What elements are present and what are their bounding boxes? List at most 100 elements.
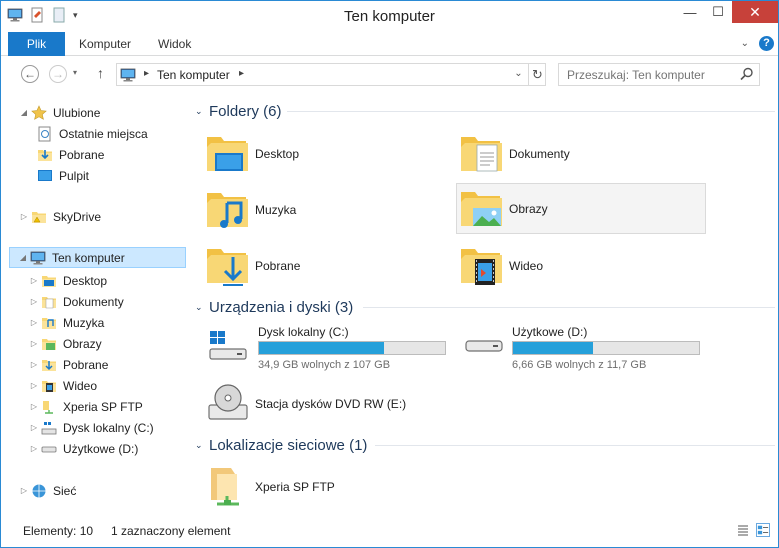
folder-documents[interactable]: Dokumenty bbox=[459, 128, 709, 179]
expand-icon[interactable]: ▷ bbox=[29, 381, 39, 390]
nav-label: Muzyka bbox=[63, 315, 105, 330]
expand-icon[interactable]: ▷ bbox=[19, 486, 29, 495]
nav-videos[interactable]: ▷ Wideo bbox=[29, 375, 97, 396]
collapse-group-icon[interactable]: ⌄ bbox=[195, 302, 205, 313]
minimize-button[interactable]: — bbox=[676, 1, 704, 23]
folder-label: Obrazy bbox=[509, 201, 548, 216]
address-toolbar: ← → ▾ ↑ ▸ Ten komputer ▸ ⌄ ↻ bbox=[1, 57, 778, 93]
nav-recent-places[interactable]: Ostatnie miejsca bbox=[37, 123, 148, 144]
nav-drive-c[interactable]: ▷ Dysk lokalny (C:) bbox=[29, 417, 154, 438]
search-box bbox=[558, 63, 760, 86]
dvd-drive[interactable]: Stacja dysków DVD RW (E:) bbox=[205, 378, 455, 429]
folder-desktop[interactable]: Desktop bbox=[205, 128, 455, 179]
tab-view[interactable]: Widok bbox=[158, 32, 191, 56]
nav-label: SkyDrive bbox=[53, 209, 102, 224]
breadcrumb[interactable]: Ten komputer bbox=[157, 68, 230, 82]
network-xperia-ftp[interactable]: Xperia SP FTP bbox=[205, 461, 455, 512]
group-header-devices[interactable]: ⌄ Urządzenia i dyski (3) bbox=[195, 297, 353, 317]
drive-icon bbox=[41, 446, 57, 452]
videos-folder-icon bbox=[41, 378, 57, 392]
expand-icon[interactable]: ▷ bbox=[29, 339, 39, 348]
nav-documents[interactable]: ▷ Dokumenty bbox=[29, 291, 124, 312]
nav-skydrive[interactable]: ▷ SkyDrive bbox=[19, 206, 101, 227]
folder-label: Dokumenty bbox=[509, 146, 570, 161]
nav-label: Xperia SP FTP bbox=[63, 399, 143, 414]
pictures-folder-icon bbox=[41, 336, 57, 350]
folder-label: Muzyka bbox=[255, 202, 297, 217]
nav-music[interactable]: ▷ Muzyka bbox=[29, 312, 104, 333]
nav-label: Użytkowe (D:) bbox=[63, 441, 139, 456]
close-button[interactable]: ✕ bbox=[732, 1, 778, 23]
group-header-folders[interactable]: ⌄ Foldery (6) bbox=[195, 101, 282, 121]
address-dropdown-icon[interactable]: ⌄ bbox=[508, 64, 528, 85]
address-bar[interactable]: ▸ Ten komputer ▸ ⌄ ↻ bbox=[116, 63, 546, 86]
tab-computer[interactable]: Komputer bbox=[79, 32, 131, 56]
collapse-group-icon[interactable]: ⌄ bbox=[195, 440, 205, 451]
folder-videos[interactable]: Wideo bbox=[459, 240, 709, 291]
nav-this-pc[interactable]: ◢ Ten komputer bbox=[9, 247, 186, 268]
drive-c[interactable]: Dysk lokalny (C:) 34,9 GB wolnych z 107 … bbox=[195, 321, 446, 372]
help-icon[interactable]: ? bbox=[759, 36, 774, 51]
expand-icon[interactable]: ▷ bbox=[29, 360, 39, 369]
collapse-icon[interactable]: ◢ bbox=[18, 253, 28, 262]
nav-pictures[interactable]: ▷ Obrazy bbox=[29, 333, 102, 354]
explorer-window: ▾ Ten komputer — ☐ ✕ Plik Komputer Widok… bbox=[0, 0, 779, 548]
search-input[interactable] bbox=[559, 64, 737, 85]
refresh-button[interactable]: ↻ bbox=[528, 64, 546, 85]
nav-label: Desktop bbox=[63, 273, 108, 288]
breadcrumb-separator-icon[interactable]: ▸ bbox=[239, 68, 244, 79]
folder-pictures[interactable]: Obrazy bbox=[456, 183, 706, 234]
expand-icon[interactable]: ▷ bbox=[29, 318, 39, 327]
tiles-view-icon[interactable] bbox=[756, 523, 770, 537]
window-controls: — ☐ ✕ bbox=[676, 1, 778, 23]
desktop-folder-icon bbox=[41, 273, 57, 289]
nav-desktop-favorite[interactable]: Pulpit bbox=[37, 165, 89, 186]
expand-ribbon-icon[interactable]: ⌄ bbox=[741, 38, 749, 49]
group-title: Foldery (6) bbox=[209, 102, 282, 120]
expand-icon[interactable]: ▷ bbox=[29, 276, 39, 285]
forward-button[interactable]: → bbox=[49, 65, 67, 83]
group-header-network[interactable]: ⌄ Lokalizacje sieciowe (1) bbox=[195, 435, 367, 455]
nav-network[interactable]: ▷ Sieć bbox=[19, 480, 76, 501]
expand-icon[interactable]: ▷ bbox=[29, 402, 39, 411]
download-folder-icon bbox=[41, 357, 57, 373]
nav-label: Sieć bbox=[53, 483, 77, 498]
ribbon-tabs: Plik Komputer Widok ⌄ ? bbox=[1, 32, 778, 56]
drive-label: Dysk lokalny (C:) bbox=[258, 325, 349, 339]
nav-label: Ten komputer bbox=[52, 250, 125, 265]
tab-file[interactable]: Plik bbox=[8, 32, 65, 56]
expand-icon[interactable]: ▷ bbox=[19, 212, 29, 221]
up-button[interactable]: ↑ bbox=[97, 65, 104, 81]
folder-label: Xperia SP FTP bbox=[255, 479, 335, 494]
status-bar: Elementy: 10 1 zaznaczony element bbox=[1, 515, 778, 547]
documents-folder-icon bbox=[41, 294, 57, 308]
nav-xperia-ftp[interactable]: ▷ Xperia SP FTP bbox=[29, 396, 143, 417]
expand-icon[interactable]: ▷ bbox=[29, 423, 39, 432]
folder-downloads[interactable]: Pobrane bbox=[205, 240, 455, 291]
nav-label: Pulpit bbox=[59, 168, 90, 183]
back-button[interactable]: ← bbox=[21, 65, 39, 83]
collapse-icon[interactable]: ◢ bbox=[19, 108, 29, 117]
details-view-icon[interactable] bbox=[736, 523, 750, 537]
videos-folder-icon bbox=[459, 243, 505, 285]
maximize-button[interactable]: ☐ bbox=[704, 1, 732, 23]
music-folder-icon bbox=[41, 315, 57, 331]
expand-icon[interactable]: ▷ bbox=[29, 297, 39, 306]
nav-drive-d[interactable]: ▷ Użytkowe (D:) bbox=[29, 438, 138, 459]
folder-label: Desktop bbox=[255, 146, 300, 161]
selection-count: 1 zaznaczony element bbox=[111, 524, 231, 538]
collapse-group-icon[interactable]: ⌄ bbox=[195, 106, 205, 117]
drive-d[interactable]: Użytkowe (D:) 6,66 GB wolnych z 11,7 GB bbox=[449, 321, 700, 372]
nav-downloads[interactable]: ▷ Pobrane bbox=[29, 354, 108, 375]
recent-locations-icon[interactable]: ▾ bbox=[73, 68, 77, 77]
nav-desktop[interactable]: ▷ Desktop bbox=[29, 270, 107, 291]
nav-downloads-favorite[interactable]: Pobrane bbox=[37, 144, 104, 165]
search-icon[interactable] bbox=[739, 66, 755, 82]
download-folder-icon bbox=[37, 149, 53, 163]
drive-icon bbox=[465, 340, 503, 352]
folder-music[interactable]: Muzyka bbox=[205, 184, 455, 235]
expand-icon[interactable]: ▷ bbox=[29, 444, 39, 453]
nav-favorites[interactable]: ◢ Ulubione bbox=[19, 102, 100, 123]
breadcrumb-separator-icon[interactable]: ▸ bbox=[144, 68, 149, 79]
drive-usage-fill bbox=[259, 342, 384, 354]
